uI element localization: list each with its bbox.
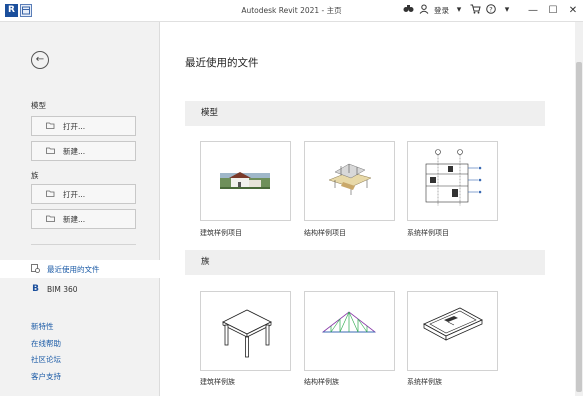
folder-open-icon: [46, 190, 55, 199]
family-new-label: 新建...: [63, 214, 86, 224]
close-button[interactable]: ✕: [563, 0, 583, 22]
link-customer-support[interactable]: 客户支持: [31, 371, 61, 382]
maximize-button[interactable]: ☐: [543, 0, 563, 22]
sidebar-item-recent-files[interactable]: 最近使用的文件: [0, 260, 160, 278]
model-card-label: 结构样例项目: [304, 229, 346, 237]
main-panel: 最近使用的文件 模型 建筑样例项目 结构样例项目 系统样例项目 族 建筑样例族 …: [160, 22, 583, 396]
models-section-header: 模型: [185, 101, 545, 126]
family-card-label: 建筑样例族: [200, 378, 235, 386]
house-render-thumbnail: [220, 172, 270, 189]
folder-icon: [46, 147, 55, 156]
title-bar: R Autodesk Revit 2021 - 主页 登录 ▾ ? ▾ — ☐ …: [0, 0, 583, 22]
truss-thumbnail: [321, 311, 377, 333]
model-card-label: 建筑样例项目: [200, 229, 242, 237]
family-card-label: 系统样例族: [407, 378, 442, 386]
family-section-label: 族: [31, 171, 39, 180]
page-title: 最近使用的文件: [185, 57, 259, 69]
help-icon[interactable]: ?: [485, 4, 497, 16]
bim360-icon: B: [32, 284, 39, 294]
back-arrow-icon[interactable]: ←: [31, 51, 49, 69]
vertical-scrollbar[interactable]: [575, 22, 583, 396]
scrollbar-thumb[interactable]: [576, 62, 582, 392]
recent-files-icon: [31, 263, 40, 275]
sidebar: ← 模型 打开... 新建... 族 打开... 新建... 最近使用的文件 B…: [0, 22, 160, 396]
family-card-structural[interactable]: [304, 291, 395, 371]
model-open-button[interactable]: 打开...: [31, 116, 136, 136]
svg-text:?: ?: [489, 5, 492, 13]
link-community-forum[interactable]: 社区论坛: [31, 354, 61, 365]
login-link[interactable]: 登录: [434, 5, 449, 16]
family-open-button[interactable]: 打开...: [31, 184, 136, 204]
minimize-button[interactable]: —: [523, 0, 543, 22]
folder-open-icon: [46, 122, 55, 131]
sidebar-item-bim360[interactable]: B BIM 360: [0, 280, 160, 298]
cart-icon[interactable]: [469, 4, 481, 16]
box-fixture-thumbnail: [423, 307, 483, 341]
user-icon[interactable]: [418, 4, 430, 16]
table-thumbnail: [222, 309, 272, 358]
family-card-systems[interactable]: [407, 291, 498, 371]
model-open-label: 打开...: [63, 121, 86, 131]
model-section-label: 模型: [31, 101, 46, 110]
model-card-structural[interactable]: [304, 141, 395, 221]
folder-icon: [46, 215, 55, 224]
family-card-architectural[interactable]: [200, 291, 291, 371]
family-card-label: 结构样例族: [304, 378, 339, 386]
binoculars-icon[interactable]: [402, 4, 414, 16]
sidebar-divider: [31, 244, 136, 245]
model-card-architectural[interactable]: [200, 141, 291, 221]
model-new-button[interactable]: 新建...: [31, 141, 136, 161]
model-card-systems[interactable]: [407, 141, 498, 221]
help-dropdown-icon[interactable]: ▾: [501, 4, 513, 16]
recent-files-label: 最近使用的文件: [47, 264, 100, 274]
link-new-features[interactable]: 新特性: [31, 321, 54, 332]
chevron-down-icon[interactable]: ▾: [453, 4, 465, 16]
bim360-label: BIM 360: [47, 284, 78, 294]
titlebar-tools: 登录 ▾ ? ▾: [402, 4, 513, 16]
model-new-label: 新建...: [63, 146, 86, 156]
systems-drawing-thumbnail: [425, 149, 482, 206]
structure-render-thumbnail: [328, 163, 372, 195]
families-section-header: 族: [185, 250, 545, 275]
model-card-label: 系统样例项目: [407, 229, 449, 237]
family-new-button[interactable]: 新建...: [31, 209, 136, 229]
link-online-help[interactable]: 在线帮助: [31, 338, 61, 349]
family-open-label: 打开...: [63, 189, 86, 199]
